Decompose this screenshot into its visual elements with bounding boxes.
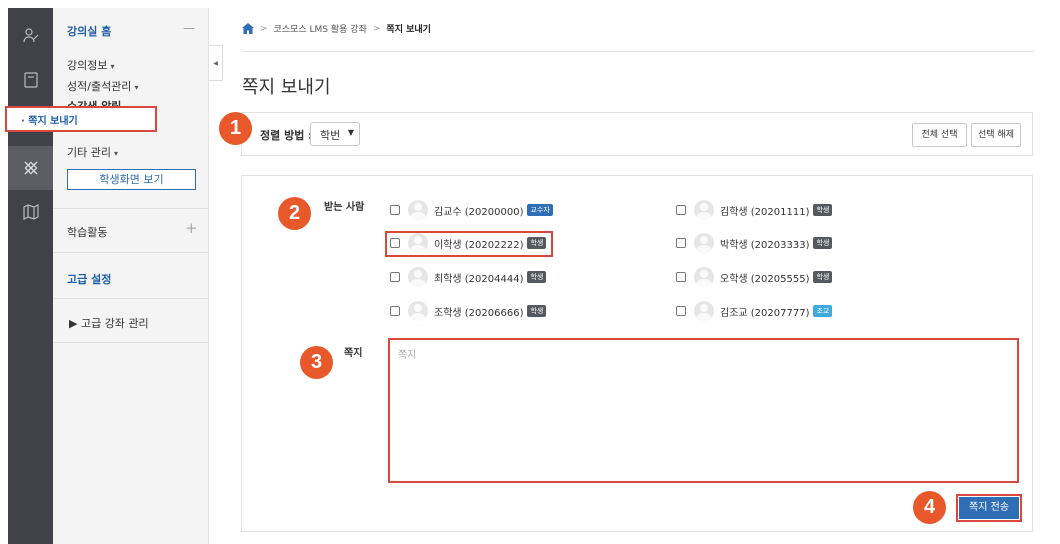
recipient-name: 최학생 (20204444)	[434, 273, 524, 285]
role-badge: 학생	[527, 271, 547, 283]
collapse-icon[interactable]: —	[183, 21, 195, 35]
avatar	[408, 267, 428, 287]
nav-divider	[53, 252, 209, 253]
recipient-name: 김조교 (20207777)	[720, 307, 810, 319]
breadcrumb-divider	[242, 51, 1034, 52]
recipient-name: 김학생 (20201111)	[720, 206, 810, 218]
breadcrumb-separator: >	[260, 23, 268, 34]
recipient-name: 박학생 (20203333)	[720, 239, 810, 251]
sort-label: 정렬 방법 :	[260, 129, 313, 142]
role-badge: 학생	[813, 204, 833, 216]
caret-down-icon: ▾	[110, 62, 115, 71]
collapse-drawer-button[interactable]: ◀	[209, 45, 223, 81]
plus-icon[interactable]: +	[185, 219, 198, 237]
breadcrumb: > 코스모스 LMS 활용 강좌 > 쪽지 보내기	[242, 22, 431, 35]
nav-divider	[53, 342, 209, 343]
recipient-name: 조학생 (20206666)	[434, 307, 524, 319]
send-button[interactable]: 쪽지 전송	[959, 497, 1019, 519]
nav-course-info-label: 강의정보	[67, 59, 108, 72]
map-icon	[22, 204, 39, 220]
home-icon[interactable]	[242, 23, 254, 34]
step-marker: 1	[219, 112, 252, 145]
recipient-item[interactable]: 김학생 (20201111) 학생	[676, 200, 833, 220]
recipient-item[interactable]: 조학생 (20206666) 학생	[390, 301, 547, 321]
recipient-highlight	[385, 231, 553, 257]
recipient-checkbox[interactable]	[390, 272, 400, 282]
nav-other[interactable]: 기타 관리 ▾	[67, 144, 118, 160]
deselect-button[interactable]: 선택 해제	[971, 123, 1021, 147]
role-badge: 조교	[813, 305, 833, 317]
caret-down-icon: ▾	[134, 83, 139, 92]
step-marker: 4	[913, 491, 946, 524]
nav-divider	[53, 208, 209, 209]
avatar	[694, 200, 714, 220]
chevron-down-icon: ▼	[347, 128, 354, 137]
avatar	[408, 301, 428, 321]
rail-book[interactable]	[8, 58, 53, 102]
message-textarea[interactable]: 쪽지	[388, 338, 1019, 483]
nav-course-info[interactable]: 강의정보 ▾	[67, 57, 115, 73]
recipient-item[interactable]: 김조교 (20207777) 조교	[676, 301, 833, 321]
recipient-checkbox[interactable]	[676, 272, 686, 282]
breadcrumb-current: 쪽지 보내기	[386, 25, 431, 35]
message-label: 쪽지	[344, 348, 363, 359]
recipient-item[interactable]: 박학생 (20203333) 학생	[676, 233, 833, 253]
nav-divider	[53, 298, 209, 299]
sort-select[interactable]: 학번 ▼	[310, 122, 360, 146]
recipient-checkbox[interactable]	[676, 205, 686, 215]
sort-bar: 정렬 방법 : 학번 ▼ 전체 선택 선택 해제	[241, 112, 1033, 156]
sort-select-value: 학번	[320, 129, 341, 142]
chevron-left-icon: ◀	[213, 59, 218, 67]
role-badge: 학생	[527, 305, 547, 317]
breadcrumb-course[interactable]: 코스모스 LMS 활용 강좌	[274, 22, 367, 35]
nav-send-message[interactable]: · 쪽지 보내기	[5, 106, 157, 132]
recipient-checkbox[interactable]	[390, 306, 400, 316]
step-marker: 3	[300, 346, 333, 379]
icon-rail	[8, 8, 53, 544]
recipient-checkbox[interactable]	[676, 306, 686, 316]
step-marker: 2	[278, 197, 311, 230]
student-view-button[interactable]: 학생화면 보기	[67, 169, 196, 190]
recipient-checkbox[interactable]	[676, 238, 686, 248]
recipient-item[interactable]: 김교수 (20200000) 교수자	[390, 200, 553, 220]
person-icon	[22, 28, 38, 43]
nav-other-label: 기타 관리	[67, 146, 111, 159]
avatar	[694, 301, 714, 321]
app-root: 강의실 홈 — 강의정보▾ 성적/출석관리▾ 수강생 알림▴ 기타 관리▾ 학습…	[0, 0, 1060, 544]
avatar	[694, 267, 714, 287]
avatar	[694, 233, 714, 253]
select-all-button[interactable]: 전체 선택	[912, 123, 967, 147]
breadcrumb-separator: >	[372, 23, 381, 34]
nav-grades-label: 성적/출석관리	[67, 80, 132, 93]
tools-icon	[23, 161, 38, 175]
rail-tools[interactable]	[8, 146, 53, 190]
notebook-icon	[23, 72, 38, 88]
recipients-label: 받는 사람	[324, 202, 365, 213]
rail-map[interactable]	[8, 190, 53, 234]
recipient-name: 김교수 (20200000)	[434, 206, 524, 218]
role-badge: 학생	[813, 237, 833, 249]
rail-user[interactable]	[8, 14, 53, 58]
recipient-checkbox[interactable]	[390, 205, 400, 215]
caret-down-icon: ▾	[113, 149, 118, 158]
role-badge: 학생	[813, 271, 833, 283]
nav-advanced[interactable]: 고급 설정	[67, 271, 111, 287]
course-nav: 강의실 홈 — 강의정보▾ 성적/출석관리▾ 수강생 알림▴ 기타 관리▾ 학습…	[53, 8, 209, 544]
avatar	[408, 200, 428, 220]
page-title: 쪽지 보내기	[242, 77, 331, 98]
nav-activities[interactable]: 학습활동	[67, 224, 107, 240]
role-badge: 교수자	[527, 204, 553, 216]
recipient-item[interactable]: 최학생 (20204444) 학생	[390, 267, 547, 287]
recipient-item[interactable]: 오학생 (20205555) 학생	[676, 267, 833, 287]
nav-home[interactable]: 강의실 홈	[67, 23, 111, 39]
nav-advanced-course[interactable]: ▶ 고급 강좌 관리	[69, 315, 149, 331]
recipient-name: 오학생 (20205555)	[720, 273, 810, 285]
nav-grades[interactable]: 성적/출석관리 ▾	[67, 78, 138, 94]
